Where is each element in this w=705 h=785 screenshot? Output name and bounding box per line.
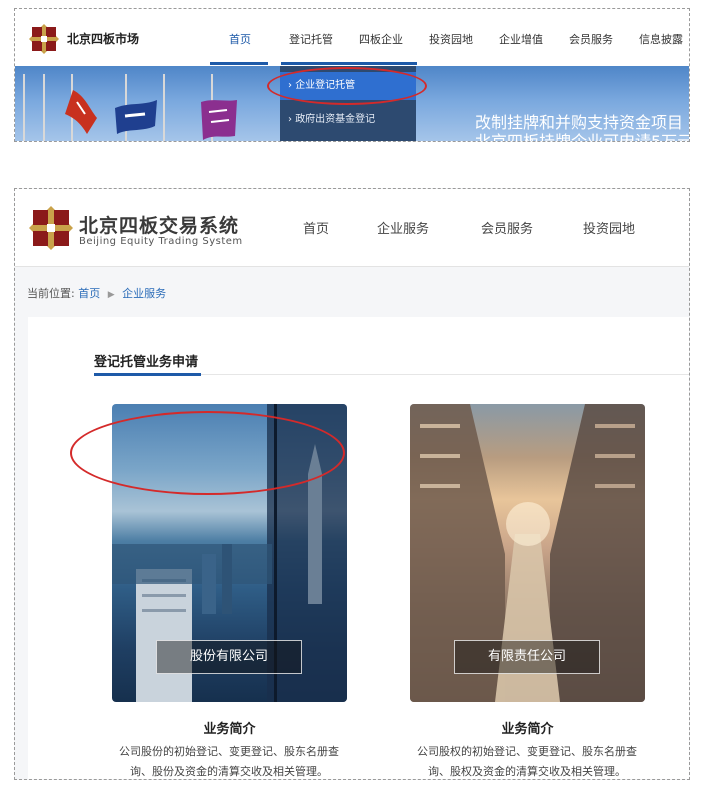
flagpole [43, 74, 45, 141]
breadcrumb: 当前位置: 首页 ▶ 企业服务 [27, 285, 166, 301]
intro-line: 询、股份及资金的清算交收及相关管理。 [130, 765, 328, 778]
flagpole [23, 74, 25, 141]
nav-enterprise-services[interactable]: 企业服务 [377, 218, 429, 237]
nav-hover-underline [281, 62, 417, 65]
triangle-right-icon: ▶ [107, 290, 115, 300]
red-annotation-ellipse [267, 67, 427, 105]
nav-investment-garden[interactable]: 投资园地 [429, 31, 473, 47]
breadcrumb-prefix: 当前位置: [27, 287, 75, 300]
card-label[interactable]: 股份有限公司 [156, 640, 302, 674]
site-header: 北京四板交易系统 Beijing Equity Trading System 首… [15, 189, 689, 267]
red-flag-image [65, 90, 97, 134]
nav-four-board-companies[interactable]: 四板企业 [359, 31, 403, 47]
nav-member-services[interactable]: 会员服务 [569, 31, 613, 47]
card-limited-liability-company[interactable]: 有限责任公司 [410, 404, 645, 702]
banner-slogan-line2: 北京四板挂牌企业可申请5万元 [475, 132, 690, 142]
card-intro-title: 业务简介 [501, 722, 554, 737]
intro-line: 询、股权及资金的清算交收及相关管理。 [428, 765, 626, 778]
card-label[interactable]: 有限责任公司 [454, 640, 600, 674]
brand-name[interactable]: 北京四板市场 [67, 30, 139, 47]
breadcrumb-home-link[interactable]: 首页 [78, 287, 100, 300]
card-intro-description: 公司股权的初始登记、变更登记、股东名册查 询、股权及资金的清算交收及相关管理。 [392, 742, 662, 779]
card-intro-title: 业务简介 [203, 722, 256, 737]
top-navigation-bar: 北京四板市场 首页 登记托管 四板企业 投资园地 企业增值 会员服务 信息披露 [15, 9, 689, 66]
nav-home[interactable]: 首页 [303, 218, 329, 237]
card-intro-description: 公司股份的初始登记、变更登记、股东名册查 询、股份及资金的清算交收及相关管理。 [94, 742, 364, 779]
nav-registration-custody[interactable]: 登记托管 [289, 31, 333, 47]
section-title-underline [94, 373, 201, 376]
blue-flag-image [115, 100, 157, 134]
screenshot-top: 北京四板市场 首页 登记托管 四板企业 投资园地 企业增值 会员服务 信息披露 [14, 8, 690, 142]
nav-enterprise-value-added[interactable]: 企业增值 [499, 31, 543, 47]
intro-line: 公司股份的初始登记、变更登记、股东名册查 [119, 745, 339, 758]
brand-name-cn[interactable]: 北京四板交易系统 [79, 211, 239, 238]
section-title: 登记托管业务申请 [94, 355, 199, 370]
dropdown-item-label: 政府出资基金登记 [295, 114, 376, 125]
beijing-equity-logo-icon[interactable] [28, 23, 60, 55]
nav-member-services[interactable]: 会员服务 [481, 218, 533, 237]
nav-active-underline [210, 62, 268, 65]
nav-investment-garden[interactable]: 投资园地 [583, 218, 635, 237]
breadcrumb-current[interactable]: 企业服务 [122, 287, 166, 300]
dropdown-item-government-fund-registration[interactable]: › 政府出资基金登记 [280, 106, 416, 134]
intro-line: 公司股权的初始登记、变更登记、股东名册查 [417, 745, 637, 758]
flagpole [163, 74, 165, 141]
nav-home[interactable]: 首页 [229, 31, 251, 47]
purple-flag-image [201, 100, 237, 140]
brand-name-en: Beijing Equity Trading System [79, 236, 243, 247]
red-annotation-ellipse [70, 411, 345, 495]
content-panel: 登记托管业务申请 股份有限公司 业务简介 公司股份的初始登记、变更登记、股东名册… [28, 317, 689, 779]
nav-info-disclosure[interactable]: 信息披露 [639, 31, 683, 47]
beijing-equity-logo-icon[interactable] [27, 204, 75, 252]
